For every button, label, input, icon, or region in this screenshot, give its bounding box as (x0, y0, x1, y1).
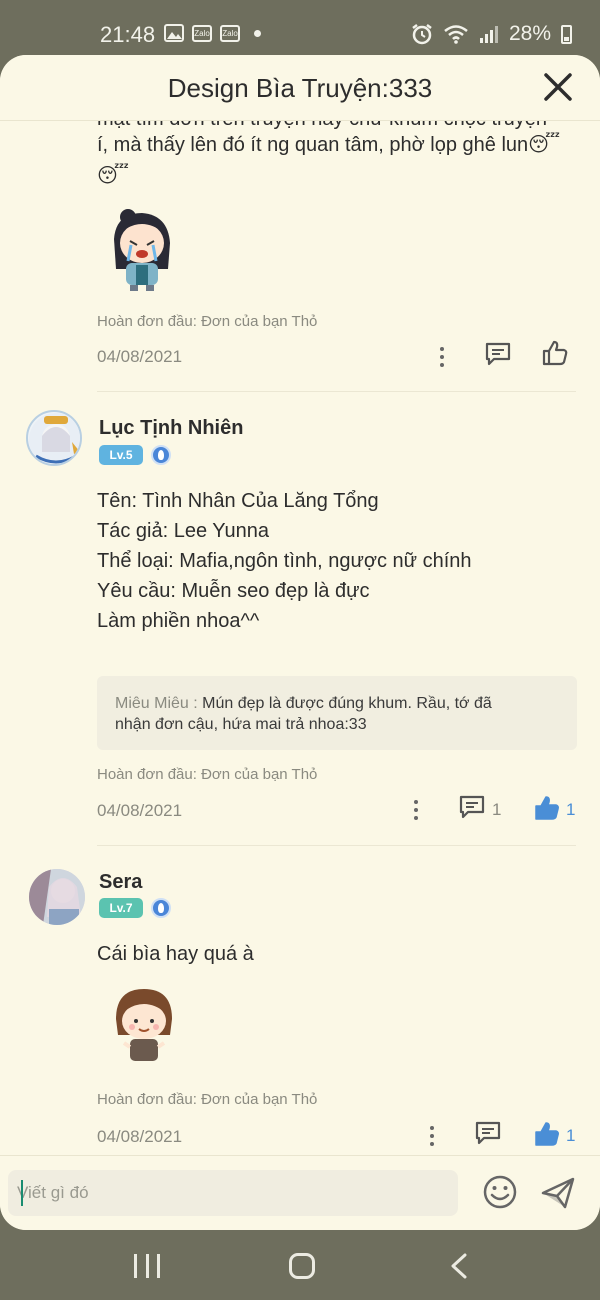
reply-text: Mún đẹp là được đúng khum. Rầu, tớ đã (202, 695, 492, 712)
comment-meta: Hoàn đơn đầu: Đơn của bạn Thỏ (97, 1091, 318, 1108)
home-button[interactable] (289, 1253, 315, 1279)
body-line: Làm phiền nhoa^^ (97, 610, 260, 632)
zalo-icon: Zalo (220, 24, 240, 42)
reply-author: Miêu Miêu : (115, 695, 198, 712)
comment-date: 04/08/2021 (97, 347, 183, 366)
page-title: Design Bìa Truyện:333 (167, 73, 433, 103)
back-button[interactable] (448, 1252, 470, 1280)
comment-meta: Hoàn đơn đầu: Đơn của bạn Thỏ (97, 313, 318, 330)
divider (97, 391, 576, 392)
battery-percent: 28% (508, 22, 551, 45)
chibi-girl-crying-sticker (114, 209, 170, 291)
like-icon-active[interactable] (533, 1120, 561, 1148)
zalo-icon: Zalo (192, 24, 212, 42)
body-line: Tên: Tình Nhân Của Lăng Tổng (97, 490, 379, 512)
comment-meta: Hoàn đơn đầu: Đơn của bạn Thỏ (97, 766, 318, 783)
signal-icon (479, 26, 498, 43)
close-icon[interactable] (542, 71, 574, 103)
comment-composer (0, 1155, 600, 1230)
text-caret (21, 1180, 23, 1206)
body-line: Tác giả: Lee Yunna (97, 520, 269, 542)
avatar[interactable] (26, 410, 82, 466)
more-options-icon[interactable] (410, 798, 422, 820)
more-options-icon[interactable] (436, 345, 448, 367)
send-icon[interactable] (540, 1176, 576, 1210)
system-nav-bar (0, 1230, 600, 1300)
like-icon[interactable] (541, 339, 569, 367)
comment-count: 1 (492, 800, 502, 819)
clock: 21:48 (100, 22, 156, 47)
comment-icon[interactable] (458, 793, 486, 821)
dot-icon (254, 29, 261, 37)
comment-date: 04/08/2021 (97, 1127, 183, 1146)
sleepy-emoji: 😴 (528, 134, 561, 156)
reply-text: nhận đơn cậu, hứa mai trả nhoa:33 (115, 716, 367, 733)
like-count: 1 (566, 800, 576, 819)
comment-text: í, mà thấy lên đó ít ng quan tâm, phờ lọ… (97, 134, 561, 156)
like-icon-active[interactable] (533, 794, 561, 822)
comment-input[interactable] (8, 1170, 458, 1216)
comment-text: Cái bìa hay quá à (97, 943, 254, 965)
sleepy-emoji: 😴 (97, 165, 130, 187)
level-badge: Lv.7 (99, 898, 143, 918)
alarm-icon (412, 24, 432, 45)
wifi-icon (444, 25, 468, 44)
chibi-girl-bob-hair-sticker (116, 989, 172, 1061)
comments-sheet: Design Bìa Truyện:333 mặt tìm đơn trên t… (0, 55, 600, 1230)
verified-badge-icon (151, 445, 171, 465)
verified-badge-icon (151, 898, 171, 918)
image-icon (164, 24, 184, 42)
battery-icon (561, 24, 572, 44)
author-name[interactable]: Lục Tịnh Nhiên (99, 417, 243, 440)
comment-icon[interactable] (474, 1119, 502, 1147)
body-line: Thể loại: Mafia,ngôn tình, ngược nữ chín… (97, 550, 472, 572)
status-bar: 21:48 Zalo Zalo 28% (0, 0, 600, 62)
recent-apps-button[interactable] (134, 1254, 160, 1278)
author-name[interactable]: Sera (99, 871, 142, 894)
comment-input-wrapper[interactable] (8, 1170, 458, 1216)
comment-icon[interactable] (484, 340, 512, 368)
comment-feed[interactable]: mặt tìm đơn trên truyện hay chứ khum chọ… (0, 55, 600, 1155)
smiley-icon[interactable] (482, 1174, 518, 1210)
reply-preview[interactable]: Miêu Miêu : Mún đẹp là được đúng khum. R… (97, 676, 577, 750)
more-options-icon[interactable] (426, 1124, 438, 1146)
body-line: Yêu cầu: Muễn seo đẹp là đực (97, 580, 370, 602)
divider (97, 845, 576, 846)
avatar[interactable] (29, 869, 85, 925)
comment-date: 04/08/2021 (97, 801, 183, 820)
level-badge: Lv.5 (99, 445, 143, 465)
like-count: 1 (566, 1126, 576, 1145)
sheet-header: Design Bìa Truyện:333 (0, 55, 600, 121)
